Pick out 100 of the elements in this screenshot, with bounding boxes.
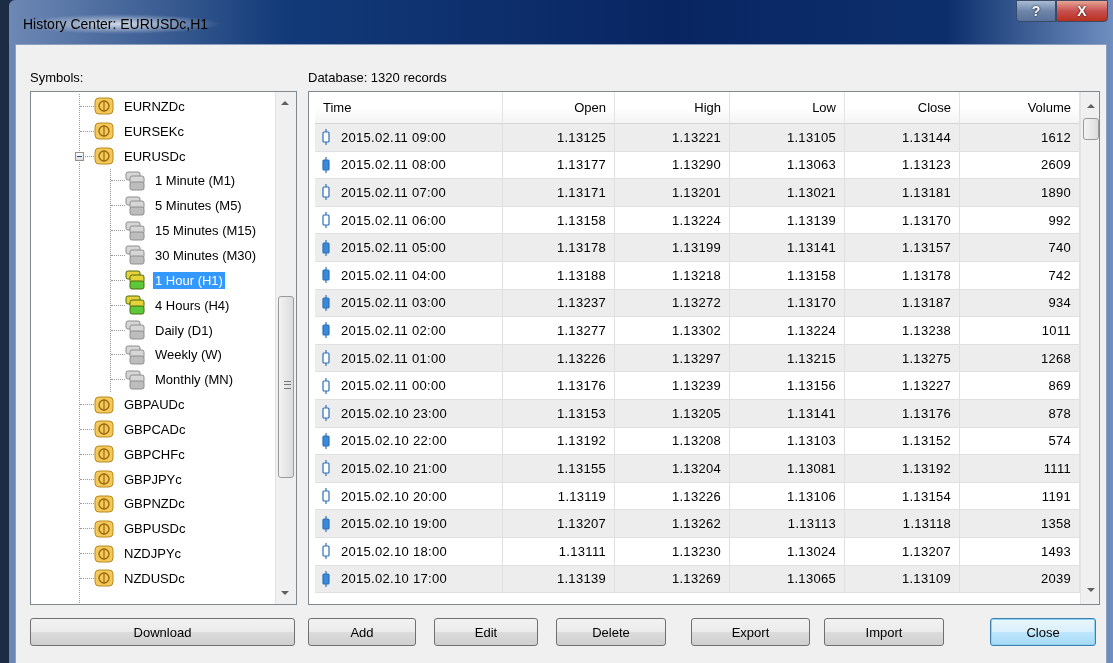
table-cell: 1.13144 xyxy=(901,129,951,145)
table-cell: 1.13215 xyxy=(786,350,836,366)
table-cell: 1.13201 xyxy=(671,185,721,200)
table-cell: 1.13207 xyxy=(901,543,951,559)
timeframe-item[interactable]: 4 Hours (H4) xyxy=(153,296,232,314)
table-cell: 1.13170 xyxy=(786,295,836,311)
timeframe-item[interactable]: Daily (D1) xyxy=(153,321,215,339)
column-header[interactable]: High xyxy=(615,92,730,124)
table-cell: 2015.02.11 07:00 xyxy=(341,185,447,200)
table-cell: 1191 xyxy=(1041,488,1071,504)
symbol-item[interactable]: GBPCADc xyxy=(122,420,188,438)
table-cell: 1.13113 xyxy=(787,516,836,532)
table-cell: 740 xyxy=(1048,240,1071,256)
symbol-item[interactable]: GBPUSDc xyxy=(122,520,188,538)
symbol-item[interactable]: EURSEKc xyxy=(122,122,186,140)
table-cell: 1.13218 xyxy=(671,267,721,283)
database-label: Database: 1320 records xyxy=(308,69,448,87)
coin-icon xyxy=(94,147,114,166)
table-cell: 2039 xyxy=(1040,571,1071,587)
table-cell: 1.13192 xyxy=(901,460,951,476)
table-cell: 869 xyxy=(1048,378,1071,394)
dialog-button[interactable]: Edit xyxy=(434,618,538,646)
table-cell: 1.13290 xyxy=(671,157,721,173)
table-cell: 742 xyxy=(1048,267,1071,283)
column-header[interactable]: Close xyxy=(845,92,960,124)
table-cell: 1.13158 xyxy=(786,267,836,283)
table-cell: 1.13139 xyxy=(556,571,606,587)
symbol-item[interactable]: EURUSDc xyxy=(122,147,188,165)
table-cell: 1.13141 xyxy=(786,405,836,421)
timeframe-item[interactable]: 15 Minutes (M15) xyxy=(153,222,259,240)
table-cell: 1.13199 xyxy=(671,240,721,256)
dialog-button[interactable]: Close xyxy=(990,618,1096,646)
table-cell: 2015.02.10 22:00 xyxy=(341,433,447,449)
collapse-icon[interactable] xyxy=(75,151,84,161)
table-cell: 1.13111 xyxy=(558,543,606,559)
timeframe-item[interactable]: 5 Minutes (M5) xyxy=(153,197,244,215)
timeframe-item[interactable]: 1 Minute (M1) xyxy=(153,172,238,190)
table-cell: 1493 xyxy=(1040,543,1071,559)
table-cell: 1358 xyxy=(1040,516,1071,532)
dialog-button[interactable]: Delete xyxy=(556,618,666,646)
column-header[interactable]: Low xyxy=(730,92,845,124)
table-cell: 1.13188 xyxy=(556,267,606,283)
table-cell: 2015.02.10 19:00 xyxy=(341,516,447,532)
dialog-button[interactable]: Add xyxy=(308,618,416,646)
column-header[interactable]: Time xyxy=(315,92,503,124)
column-header[interactable]: Volume xyxy=(960,92,1080,124)
table-cell: 1612 xyxy=(1040,129,1071,145)
coin-icon xyxy=(94,122,114,141)
coin-icon xyxy=(94,519,114,538)
coin-icon xyxy=(94,97,114,116)
table-cell: 2015.02.10 23:00 xyxy=(341,405,447,421)
table-cell: 1.13205 xyxy=(671,405,721,421)
symbol-item[interactable]: NZDUSDc xyxy=(122,569,187,587)
table-cell: 1.13119 xyxy=(557,488,606,504)
table-cell: 1.13207 xyxy=(556,516,606,532)
table-cell: 1.13178 xyxy=(556,240,606,256)
symbol-item[interactable]: GBPNZDc xyxy=(122,495,187,513)
column-header[interactable]: Open xyxy=(503,92,615,124)
table-cell: 2015.02.10 18:00 xyxy=(341,543,447,559)
table-cell: 1.13224 xyxy=(671,212,721,228)
window-close-button[interactable]: X xyxy=(1056,0,1108,22)
dialog-button[interactable]: Export xyxy=(691,618,810,646)
table-cell: 1.13275 xyxy=(901,350,951,366)
scrollbar[interactable] xyxy=(1080,92,1099,604)
table-cell: 1.13155 xyxy=(556,460,606,476)
symbol-item[interactable]: NZDJPYc xyxy=(122,545,184,563)
table-cell: 1.13192 xyxy=(556,433,606,449)
table-cell: 1.13224 xyxy=(786,322,836,338)
table-cell: 1.13226 xyxy=(556,350,606,366)
table-cell: 1.13187 xyxy=(901,295,951,311)
scrollbar[interactable] xyxy=(275,92,296,604)
timeframe-item[interactable]: 30 Minutes (M30) xyxy=(153,247,259,264)
table-cell: 2015.02.11 06:00 xyxy=(341,212,447,228)
table-cell: 1.13208 xyxy=(671,433,721,449)
table-cell: 1.13181 xyxy=(901,185,951,200)
table-cell: 1.13141 xyxy=(786,240,836,256)
coin-icon xyxy=(94,420,114,439)
coin-icon xyxy=(94,544,114,563)
table-cell: 1.13063 xyxy=(786,157,836,173)
table-cell: 1.13177 xyxy=(556,157,606,173)
table-cell: 1.13021 xyxy=(786,185,836,200)
table-cell: 1.13227 xyxy=(901,378,951,394)
dialog-button[interactable]: Download xyxy=(30,618,295,646)
table-cell: 1.13125 xyxy=(556,129,606,145)
symbol-item[interactable]: GBPJPYc xyxy=(122,470,184,488)
dialog-button[interactable]: Import xyxy=(824,618,944,646)
table-cell: 1.13204 xyxy=(671,460,721,476)
table-cell: 1.13269 xyxy=(671,571,721,587)
symbol-item[interactable]: EURNZDc xyxy=(122,97,187,115)
symbol-item[interactable]: GBPAUDc xyxy=(122,396,187,414)
symbol-item[interactable]: GBPCHFc xyxy=(122,445,187,463)
coin-icon xyxy=(94,569,114,588)
table-cell: 1.13139 xyxy=(786,212,836,228)
table-cell: 1111 xyxy=(1043,460,1071,476)
table-cell: 1.13123 xyxy=(901,157,951,173)
table-cell: 934 xyxy=(1048,295,1071,311)
table-cell: 992 xyxy=(1048,212,1071,228)
timeframe-item[interactable]: Monthly (MN) xyxy=(153,371,235,389)
coin-icon xyxy=(94,470,114,489)
timeframe-item[interactable]: Weekly (W) xyxy=(153,346,224,364)
